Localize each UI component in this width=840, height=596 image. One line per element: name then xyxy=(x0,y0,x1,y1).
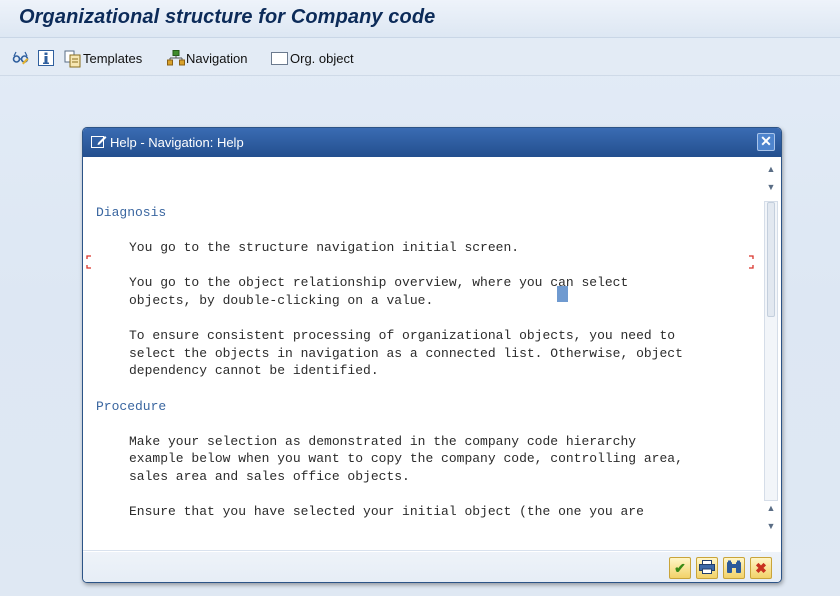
info-icon xyxy=(38,50,54,66)
paragraph-line: dependency cannot be identified. xyxy=(129,363,379,379)
help-text-area[interactable]: Diagnosis You go to the structure naviga… xyxy=(83,157,781,551)
find-button[interactable] xyxy=(723,557,745,579)
paragraph-line: Make your selection as demonstrated in t… xyxy=(129,433,637,449)
vertical-scrollbar[interactable]: ▲ ▼ ▲ ▼ xyxy=(761,157,781,551)
templates-button[interactable]: Templates xyxy=(64,48,142,68)
binoculars-icon xyxy=(726,560,742,577)
scroll-up-button[interactable]: ▲ xyxy=(765,163,777,175)
hierarchy-icon xyxy=(167,50,185,66)
chevron-down-icon: ▼ xyxy=(766,182,776,192)
paragraph-line: You go to the object relationship overvi… xyxy=(129,275,629,291)
dialog-title: Help - Navigation: Help xyxy=(110,135,244,150)
page-title: Organizational structure for Company cod… xyxy=(19,6,436,28)
title-bar: Organizational structure for Company cod… xyxy=(0,0,840,38)
paragraph-line: example below when you want to copy the … xyxy=(129,451,683,467)
scroll-thumb[interactable] xyxy=(767,202,775,317)
paragraph-line: Ensure that you have selected your initi… xyxy=(129,504,644,520)
templates-label: Templates xyxy=(83,50,143,66)
printer-icon xyxy=(699,559,715,577)
glasses-icon xyxy=(12,50,29,66)
paragraph-line: You go to the structure navigation initi… xyxy=(129,240,520,256)
navigation-label: Navigation xyxy=(186,50,248,66)
checkmark-icon: ✔ xyxy=(674,559,686,576)
print-button[interactable] xyxy=(696,557,718,579)
templates-icon xyxy=(64,50,81,68)
dialog-footer: ✔ ✖ xyxy=(83,552,781,582)
text-cursor xyxy=(557,286,568,302)
org-object-button[interactable]: Org. object xyxy=(271,48,354,68)
close-icon: ✕ xyxy=(760,133,772,149)
navigation-button[interactable]: Navigation xyxy=(167,48,247,68)
dialog-header: Help - Navigation: Help ✕ xyxy=(83,128,781,157)
paragraph-line: To ensure consistent processing of organ… xyxy=(129,328,676,344)
paragraph-line: select the objects in navigation as a co… xyxy=(129,345,683,361)
chevron-down-icon: ▼ xyxy=(766,521,776,531)
info-button[interactable] xyxy=(38,48,54,68)
paragraph-line: objects, by double-clicking on a value. xyxy=(129,292,434,308)
procedure-heading: Procedure xyxy=(96,398,167,414)
application-toolbar: Templates Navigation Org. object xyxy=(0,39,840,76)
scroll-up-bottom-button[interactable]: ▲ xyxy=(765,502,777,514)
scroll-down-bottom-button[interactable]: ▼ xyxy=(765,520,777,532)
chevron-up-icon: ▲ xyxy=(766,503,776,513)
edit-document-icon xyxy=(91,135,107,151)
cancel-icon: ✖ xyxy=(755,559,767,576)
chevron-up-icon: ▲ xyxy=(766,164,776,174)
help-document: Diagnosis You go to the structure naviga… xyxy=(96,204,683,521)
paragraph-line: sales area and sales office objects. xyxy=(129,468,410,484)
selection-bracket-left xyxy=(86,255,91,269)
selection-bracket-right xyxy=(749,255,754,269)
glasses-button[interactable] xyxy=(12,48,29,68)
cancel-button[interactable]: ✖ xyxy=(750,557,772,579)
close-button[interactable]: ✕ xyxy=(757,133,775,151)
org-object-label: Org. object xyxy=(290,50,354,66)
diagnosis-heading: Diagnosis xyxy=(96,205,167,220)
help-dialog: Help - Navigation: Help ✕ Diagnosis You … xyxy=(82,127,782,583)
ok-button[interactable]: ✔ xyxy=(669,557,691,579)
scroll-down-button[interactable]: ▼ xyxy=(765,181,777,193)
scroll-track[interactable] xyxy=(764,201,778,501)
checkbox-icon xyxy=(271,50,288,66)
